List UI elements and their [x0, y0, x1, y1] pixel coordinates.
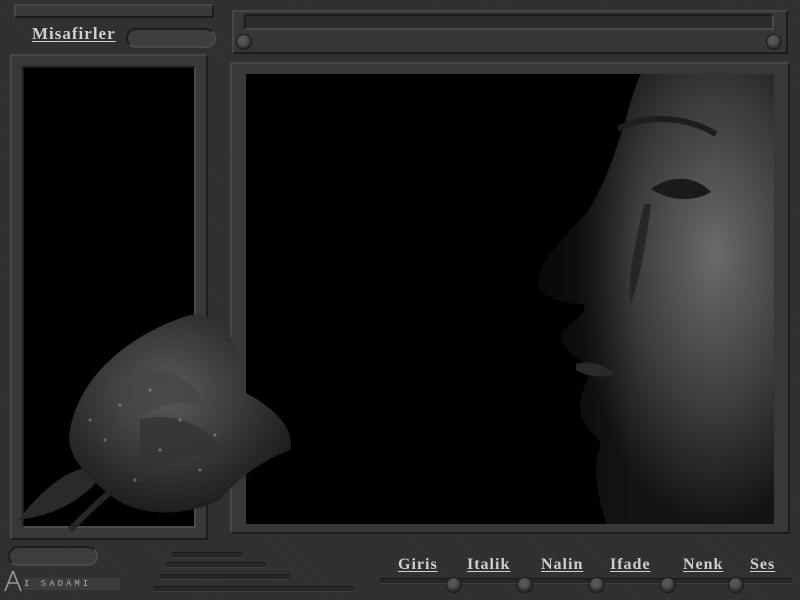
nav-knob-icon [446, 577, 462, 593]
sidebar-title: Misafirler [32, 24, 116, 43]
sidebar-title-pill [126, 28, 216, 48]
deco-slot-1 [172, 552, 242, 558]
header-left-knob-icon [236, 34, 252, 50]
deco-slot-2 [166, 562, 266, 568]
deco-slot-3 [160, 574, 290, 580]
woman-profile-image [537, 74, 774, 524]
header-right-knob-icon [766, 34, 782, 50]
nav-nenk[interactable]: Nenk [683, 556, 723, 574]
nav-ses[interactable]: Ses [750, 556, 775, 574]
nav-italik[interactable]: Italik [467, 556, 510, 574]
deco-slot-4 [154, 586, 354, 592]
nav-ifade[interactable]: Ifade [610, 556, 651, 574]
logo-figure-icon [4, 570, 22, 592]
header-inner-rail [244, 14, 774, 30]
top-left-bar [14, 4, 214, 18]
main-frame [230, 62, 790, 534]
bottom-left-pill [8, 546, 98, 566]
main-panel [246, 74, 774, 524]
rose-image [18, 314, 291, 533]
rose-bloom [69, 314, 291, 513]
nav-giris[interactable]: Giris [398, 556, 438, 574]
nav-knob-icon [517, 577, 533, 593]
logo: I SADAMI [4, 570, 124, 594]
logo-text: I SADAMI [24, 578, 120, 590]
nav-knob-icon [660, 577, 676, 593]
nav-knob-icon [589, 577, 605, 593]
nav-nalin[interactable]: Nalin [541, 556, 583, 574]
header-bar [232, 10, 788, 54]
nav-knob-icon [728, 577, 744, 593]
